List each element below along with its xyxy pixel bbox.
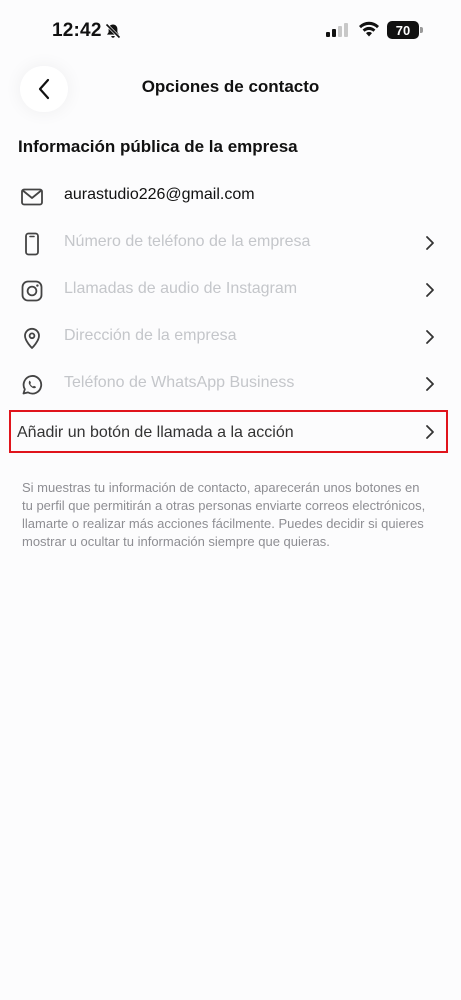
bell-muted-icon bbox=[104, 22, 122, 45]
contact-row-whatsapp[interactable]: Teléfono de WhatsApp Business bbox=[0, 361, 461, 408]
status-bar: 12:42 70 bbox=[0, 0, 461, 62]
add-call-to-action-button-row[interactable]: Añadir un botón de llamada a la acción bbox=[9, 410, 448, 453]
help-text: Si muestras tu información de contacto, … bbox=[22, 480, 426, 549]
battery-indicator: 70 bbox=[387, 21, 419, 39]
chevron-right-icon bbox=[426, 330, 434, 344]
whatsapp-icon bbox=[20, 373, 44, 397]
chevron-right-icon bbox=[426, 425, 434, 439]
contact-row-instagram-calls[interactable]: Llamadas de audio de Instagram bbox=[0, 267, 461, 314]
navigation-bar: Opciones de contacto bbox=[0, 62, 461, 114]
section-title: Información pública de la empresa bbox=[18, 137, 298, 156]
cellular-signal-icon bbox=[326, 23, 348, 42]
contact-row-phone[interactable]: Número de teléfono de la empresa bbox=[0, 220, 461, 267]
page-title: Opciones de contacto bbox=[141, 77, 320, 96]
phone-icon bbox=[20, 232, 44, 256]
wifi-icon bbox=[358, 21, 380, 42]
status-time: 12:42 bbox=[52, 20, 102, 41]
mail-icon bbox=[20, 185, 44, 209]
chevron-right-icon bbox=[426, 377, 434, 391]
contact-row-label: Número de teléfono de la empresa bbox=[64, 233, 311, 250]
contact-row-label: Dirección de la empresa bbox=[64, 327, 237, 344]
location-pin-icon bbox=[20, 326, 44, 350]
contact-row-label: Teléfono de WhatsApp Business bbox=[64, 374, 295, 391]
chevron-right-icon bbox=[426, 236, 434, 250]
chevron-right-icon bbox=[426, 283, 434, 297]
contact-row-email[interactable]: aurastudio226@gmail.com bbox=[0, 173, 461, 220]
cta-label: Añadir un botón de llamada a la acción bbox=[17, 424, 294, 441]
contact-row-label: aurastudio226@gmail.com bbox=[64, 186, 255, 203]
contact-row-label: Llamadas de audio de Instagram bbox=[64, 280, 298, 297]
instagram-icon bbox=[20, 279, 44, 303]
contact-row-address[interactable]: Dirección de la empresa bbox=[0, 314, 461, 361]
battery-tip bbox=[420, 27, 423, 33]
